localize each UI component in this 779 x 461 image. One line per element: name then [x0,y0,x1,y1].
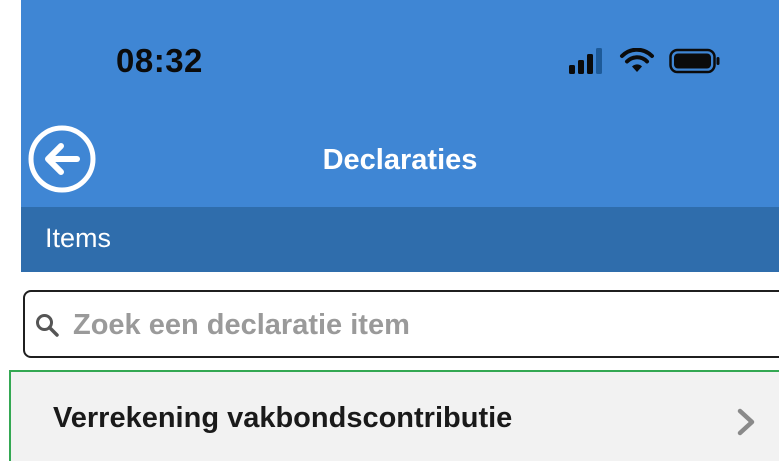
chevron-right-icon [737,408,755,436]
search-box[interactable] [23,290,779,358]
search-input[interactable] [71,300,775,350]
status-time: 08:32 [116,42,203,79]
battery-icon [669,48,720,74]
list-item-label: Verrekening vakbondscontributie [53,402,513,434]
status-icons [569,48,721,74]
screen: 08:32 Declaraties Items Zoek een declara… [0,0,779,461]
section-header: Items [21,207,779,272]
section-label: Items [45,223,112,253]
search-icon [36,314,59,337]
list-item[interactable]: Verrekening vakbondscontributie [9,370,779,461]
app-header: 08:32 Declaraties [21,0,779,207]
wifi-icon [620,48,654,72]
page-title: Declaraties [322,144,478,176]
app-container: 08:32 Declaraties Items Zoek een declara… [9,0,779,461]
cellular-signal-icon [569,48,602,74]
